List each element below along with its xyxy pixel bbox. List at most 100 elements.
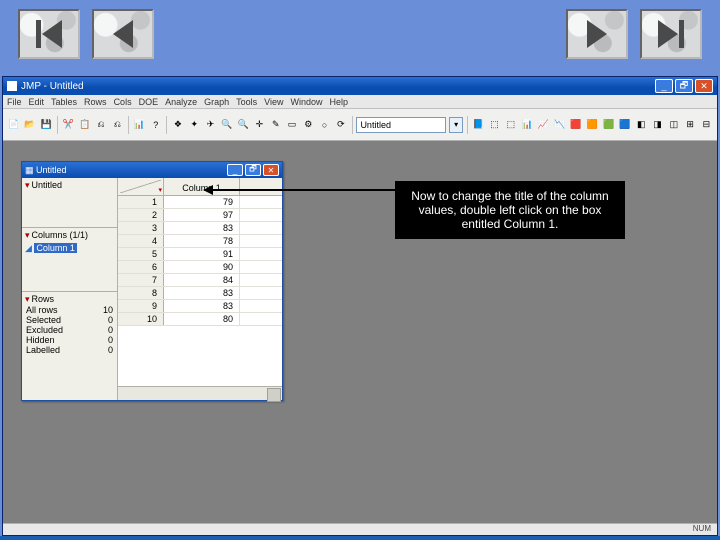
tool-r2-8-icon[interactable]: 🟩 [602, 117, 615, 132]
toolbar-separator [352, 116, 353, 134]
tool-r2-13-icon[interactable]: ⊞ [683, 117, 696, 132]
tool-r2-7-icon[interactable]: 🟧 [586, 117, 599, 132]
table-row[interactable]: 883 [118, 287, 282, 300]
tool-save-icon[interactable]: 💾 [40, 117, 53, 132]
last-slide-button[interactable] [640, 9, 702, 59]
first-slide-button[interactable] [18, 9, 80, 59]
tool-c-icon[interactable]: ✈ [204, 117, 217, 132]
table-row[interactable]: 383 [118, 222, 282, 235]
table-row[interactable]: 179 [118, 196, 282, 209]
tool-b-icon[interactable]: ✦ [188, 117, 201, 132]
tool-zoomin-icon[interactable]: 🔍 [220, 117, 233, 132]
table-row[interactable]: 1080 [118, 313, 282, 326]
menu-view[interactable]: View [264, 97, 283, 107]
table-name-field[interactable] [356, 117, 446, 133]
cell[interactable]: 83 [164, 287, 240, 299]
tool-r2-1-icon[interactable]: ⬚ [488, 117, 501, 132]
menu-doe[interactable]: DOE [139, 97, 159, 107]
tool-r2-5-icon[interactable]: 📉 [553, 117, 566, 132]
stat-value: 10 [93, 305, 114, 315]
tool-r2-9-icon[interactable]: 🟦 [618, 117, 631, 132]
cell[interactable]: 91 [164, 248, 240, 260]
menu-help[interactable]: Help [330, 97, 349, 107]
tool-help-icon[interactable]: ? [149, 117, 162, 132]
tool-rect-icon[interactable]: ▭ [285, 117, 298, 132]
column-item-selected[interactable]: Column 1 [34, 243, 77, 253]
column-header-column1[interactable]: Column 1 [164, 178, 240, 195]
nav-left-group [18, 9, 154, 59]
bar-icon [679, 20, 684, 48]
toolbar-separator [166, 116, 167, 134]
table-row[interactable]: 784 [118, 274, 282, 287]
menu-file[interactable]: File [7, 97, 22, 107]
data-restore-button[interactable]: 🗗 [245, 164, 261, 176]
tool-r2-0-icon[interactable]: 📘 [472, 117, 485, 132]
next-slide-button[interactable] [566, 9, 628, 59]
table-panel: ▾Untitled ▾Columns (1/1) ◢ Column 1 ▾Row… [22, 178, 118, 400]
cell[interactable]: 78 [164, 235, 240, 247]
tool-zoomout-icon[interactable]: 🔍 [236, 117, 249, 132]
dropdown-icon[interactable]: ▾ [449, 117, 462, 133]
cell[interactable]: 90 [164, 261, 240, 273]
tool-chart-icon[interactable]: 📊 [133, 117, 146, 132]
tool-r2-4-icon[interactable]: 📈 [537, 117, 550, 132]
tool-r2-3-icon[interactable]: 📊 [521, 117, 534, 132]
tool-undo-icon[interactable]: ⎌ [94, 117, 107, 132]
disclosure-icon[interactable]: ▾ [25, 180, 30, 190]
tool-r2-2-icon[interactable]: ⬚ [504, 117, 517, 132]
disclosure-icon[interactable]: ▾ [25, 230, 30, 240]
menu-cols[interactable]: Cols [114, 97, 132, 107]
horizontal-scrollbar[interactable] [118, 386, 282, 400]
grid-corner[interactable]: ▾ [118, 178, 164, 195]
tool-r2-6-icon[interactable]: 🟥 [569, 117, 582, 132]
minimize-button[interactable]: _ [655, 79, 673, 93]
table-row[interactable]: 983 [118, 300, 282, 313]
menu-tools[interactable]: Tools [236, 97, 257, 107]
table-row[interactable]: 478 [118, 235, 282, 248]
previous-slide-button[interactable] [92, 9, 154, 59]
cell[interactable]: 97 [164, 209, 240, 221]
cell[interactable]: 84 [164, 274, 240, 286]
tool-gear-icon[interactable]: ⚙ [302, 117, 315, 132]
menu-window[interactable]: Window [291, 97, 323, 107]
doc-icon: ▦ [25, 165, 36, 175]
menu-rows[interactable]: Rows [84, 97, 107, 107]
tool-cross-icon[interactable]: ✛ [253, 117, 266, 132]
tool-r2-11-icon[interactable]: ◨ [651, 117, 664, 132]
tool-r2-14-icon[interactable]: ⊟ [700, 117, 713, 132]
data-close-button[interactable]: ✕ [263, 164, 279, 176]
menu-tables[interactable]: Tables [51, 97, 77, 107]
close-button[interactable]: ✕ [695, 79, 713, 93]
table-row[interactable]: 297 [118, 209, 282, 222]
menu-edit[interactable]: Edit [29, 97, 45, 107]
tool-r2-12-icon[interactable]: ◫ [667, 117, 680, 132]
cell[interactable]: 80 [164, 313, 240, 325]
table-row[interactable]: 690 [118, 261, 282, 274]
tool-open-icon[interactable]: 📂 [23, 117, 36, 132]
cell[interactable]: 83 [164, 222, 240, 234]
taskbar-strip [0, 536, 720, 540]
tool-cut-icon[interactable]: ✂️ [62, 117, 75, 132]
tool-r2-10-icon[interactable]: ◧ [635, 117, 648, 132]
tool-paste-icon[interactable]: 📋 [78, 117, 91, 132]
tool-redo-icon[interactable]: ⎌ [111, 117, 124, 132]
tool-a-icon[interactable]: ❖ [171, 117, 184, 132]
tool-new-icon[interactable]: 📄 [7, 117, 20, 132]
row-number: 6 [118, 261, 164, 273]
menu-graph[interactable]: Graph [204, 97, 229, 107]
disclosure-icon[interactable]: ▾ [158, 186, 162, 194]
cell[interactable]: 83 [164, 300, 240, 312]
disclosure-icon[interactable]: ▾ [25, 294, 30, 304]
data-minimize-button[interactable]: _ [227, 164, 243, 176]
menu-analyze[interactable]: Analyze [165, 97, 197, 107]
grid-header-row: ▾ Column 1 [118, 178, 282, 196]
tool-refresh-icon[interactable]: ⟳ [334, 117, 347, 132]
table-row: Hidden0 [25, 335, 114, 345]
triangle-right-icon [658, 20, 678, 48]
cell[interactable]: 79 [164, 196, 240, 208]
restore-button[interactable]: 🗗 [675, 79, 693, 93]
table-row[interactable]: 591 [118, 248, 282, 261]
tool-circle-icon[interactable]: ○ [318, 117, 331, 132]
toolbar-separator [467, 116, 468, 134]
tool-pen-icon[interactable]: ✎ [269, 117, 282, 132]
